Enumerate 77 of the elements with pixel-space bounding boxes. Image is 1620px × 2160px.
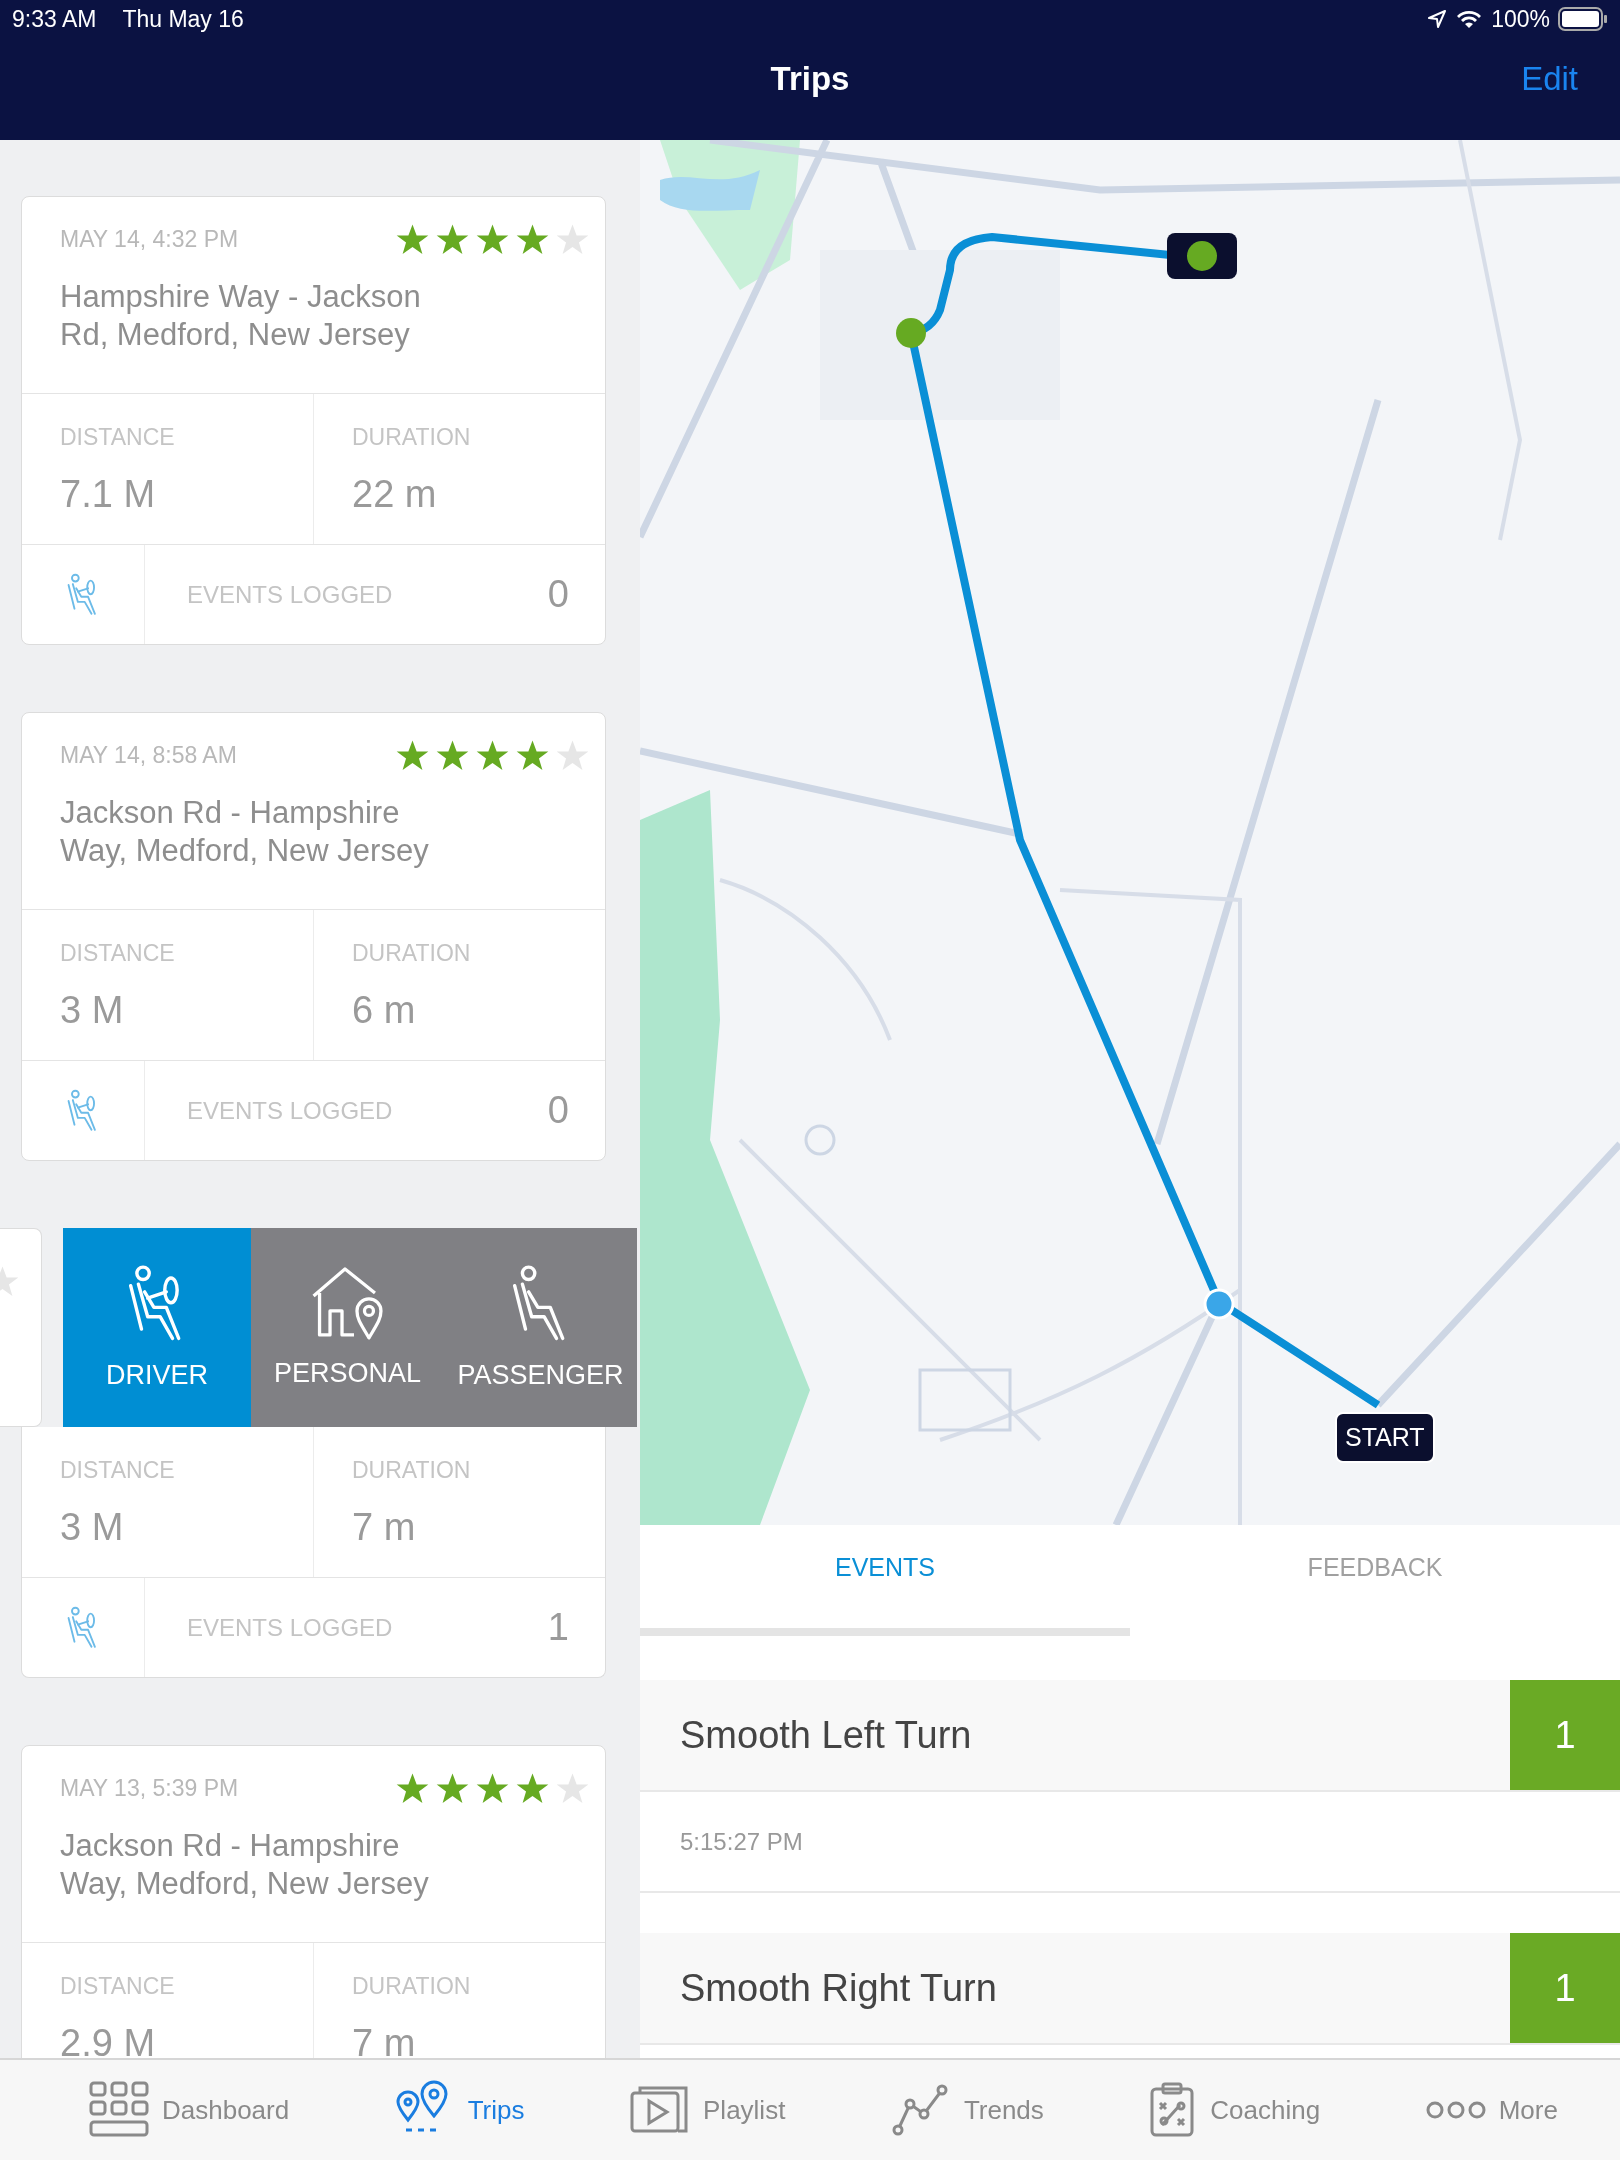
star-icon bbox=[476, 223, 509, 256]
trip-type-button[interactable]: PASSENGER bbox=[444, 1228, 637, 1427]
distance-value: 7.1 M bbox=[60, 473, 157, 516]
events-logged-count: 0 bbox=[547, 573, 569, 616]
duration-value: 22 m bbox=[352, 473, 438, 516]
distance-label: DISTANCE bbox=[60, 1973, 176, 2000]
wifi-icon bbox=[1455, 8, 1484, 30]
star-icon bbox=[516, 1772, 549, 1805]
trip-route: Jackson Rd - Hampshire Way, Medford, New Jersey bbox=[60, 794, 430, 870]
star-icon bbox=[556, 223, 589, 256]
tab-bar-item[interactable]: Trends bbox=[889, 2082, 1044, 2138]
distance-label: DISTANCE bbox=[60, 940, 176, 967]
events-logged-count: 1 bbox=[547, 1606, 569, 1649]
trip-card[interactable]: MAY 13, 5:39 PM Jackson Rd - Hampshire Way, Medford, New Jersey DISTANCE 2.9 M DURATION 7 m bbox=[21, 1745, 606, 2058]
distance-value: 3 M bbox=[60, 1506, 125, 1549]
star-icon bbox=[476, 739, 509, 772]
trip-route: Jackson Rd - Hampshire Way, Medford, New Jersey bbox=[60, 1827, 430, 1903]
events-logged-label: EVENTS LOGGED bbox=[187, 580, 394, 609]
trip-card[interactable]: DISTANCE 3 M DURATION 7 m EVENTS LOGGED 1 bbox=[21, 1427, 606, 1678]
duration-value: 7 m bbox=[352, 1506, 417, 1549]
trip-card[interactable]: MAY 14, 8:58 AM Jackson Rd - Hampshire Way, Medford, New Jersey DISTANCE 3 M DURATION 6 m EVENTS LOGGED 0 bbox=[21, 712, 606, 1161]
dashboard-icon bbox=[88, 2080, 150, 2140]
duration-label: DURATION bbox=[352, 424, 472, 451]
star-icon bbox=[516, 739, 549, 772]
battery-icon bbox=[1558, 7, 1608, 31]
event-count-badge: 1 bbox=[1510, 1933, 1620, 2043]
event-time: 5:15:27 PM bbox=[680, 1827, 803, 1856]
distance-label: DISTANCE bbox=[60, 424, 176, 451]
star-icon bbox=[436, 739, 469, 772]
duration-value: 7 m bbox=[352, 2022, 417, 2058]
tab-bar-item[interactable]: Trips bbox=[393, 2080, 525, 2140]
panel-tab[interactable]: EVENTS bbox=[640, 1525, 1130, 1640]
duration-label: DURATION bbox=[352, 1973, 472, 2000]
events-logged-label: EVENTS LOGGED bbox=[187, 1096, 394, 1125]
duration-label: DURATION bbox=[352, 940, 472, 967]
star-icon bbox=[436, 1772, 469, 1805]
tab-bar-item[interactable]: Playlist bbox=[629, 2085, 786, 2135]
duration-label: DURATION bbox=[352, 1457, 472, 1484]
trip-date: MAY 14, 4:32 PM bbox=[60, 226, 239, 253]
star-icon bbox=[556, 739, 589, 772]
tab-bar-item[interactable]: Dashboard bbox=[88, 2080, 290, 2140]
end-marker-icon bbox=[1167, 233, 1237, 279]
duration-value: 6 m bbox=[352, 989, 417, 1032]
trip-date: MAY 13, 5:39 PM bbox=[60, 1775, 239, 1802]
start-marker: START bbox=[1335, 1412, 1435, 1463]
trip-card[interactable]: MAY 14, 4:32 PM Hampshire Way - Jackson Rd, Medford, New Jersey DISTANCE 7.1 M DURATION 22 m EVENTS LOGGED 0 bbox=[21, 196, 606, 645]
star-icon bbox=[396, 739, 429, 772]
events-logged-count: 0 bbox=[547, 1089, 569, 1132]
location-icon bbox=[1427, 9, 1448, 29]
distance-value: 2.9 M bbox=[60, 2022, 157, 2058]
edit-button[interactable]: Edit bbox=[1521, 60, 1578, 98]
star-icon bbox=[436, 223, 469, 256]
trip-type-button[interactable]: DRIVER bbox=[63, 1228, 251, 1427]
star-icon bbox=[396, 223, 429, 256]
distance-value: 3 M bbox=[60, 989, 125, 1032]
screen-title: Trips bbox=[770, 60, 850, 98]
status-date: Thu May 16 bbox=[122, 5, 244, 33]
event-count-badge: 1 bbox=[1510, 1680, 1620, 1790]
tab-bar-item[interactable]: Coaching bbox=[1148, 2081, 1321, 2139]
trip-type-button[interactable]: PERSONAL bbox=[251, 1228, 444, 1427]
distance-label: DISTANCE bbox=[60, 1457, 176, 1484]
tab-bar-item[interactable]: More bbox=[1424, 2094, 1558, 2126]
trip-date: MAY 14, 8:58 AM bbox=[60, 742, 237, 769]
status-time: 9:33 AM bbox=[12, 5, 97, 33]
more-icon bbox=[1424, 2100, 1487, 2120]
trip-route: Hampshire Way - Jackson Rd, Medford, New Jersey bbox=[60, 278, 422, 354]
panel-tab[interactable]: FEEDBACK bbox=[1130, 1525, 1620, 1640]
star-icon bbox=[396, 1772, 429, 1805]
star-icon bbox=[556, 1772, 589, 1805]
events-logged-label: EVENTS LOGGED bbox=[187, 1613, 394, 1642]
video-folder-icon bbox=[629, 2085, 691, 2135]
event-name[interactable]: Smooth Right Turn bbox=[640, 1966, 1510, 2010]
waypoint-icon bbox=[896, 318, 926, 348]
star-icon bbox=[476, 1772, 509, 1805]
battery-level: 100% bbox=[1491, 5, 1550, 33]
event-name[interactable]: Smooth Left Turn bbox=[640, 1713, 1510, 1757]
star-icon bbox=[516, 223, 549, 256]
